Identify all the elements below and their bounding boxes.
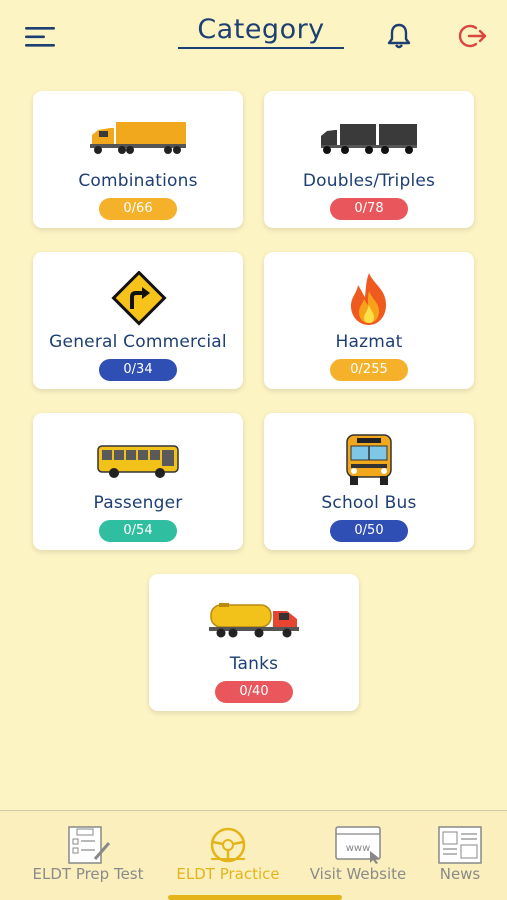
- progress-badge: 0/40: [215, 681, 293, 703]
- category-card-doubles-triples[interactable]: Doubles/Triples 0/78: [264, 91, 474, 228]
- category-label: Tanks: [229, 654, 279, 674]
- header: Category: [0, 0, 507, 80]
- bottom-navigation: ELDT Prep Test ELDT Practice www Visit W…: [0, 810, 507, 900]
- progress-badge: 0/66: [99, 198, 177, 220]
- category-label: General Commercial: [49, 332, 227, 352]
- nav-eldt-prep-test[interactable]: ELDT Prep Test: [18, 811, 158, 900]
- category-card-general-commercial[interactable]: General Commercial 0/34: [33, 252, 243, 389]
- nav-eldt-practice[interactable]: ELDT Practice: [158, 811, 298, 900]
- bus-icon: [96, 431, 180, 489]
- category-card-combinations[interactable]: Combinations 0/66: [33, 91, 243, 228]
- steering-wheel-icon: [205, 825, 251, 869]
- logout-icon[interactable]: [458, 22, 488, 50]
- nav-label: News: [439, 865, 481, 883]
- category-card-school-bus[interactable]: School Bus 0/50: [264, 413, 474, 550]
- semi-truck-icon: [88, 109, 188, 167]
- hamburger-menu-icon[interactable]: [24, 24, 58, 50]
- category-label: Combinations: [78, 171, 198, 191]
- news-icon: [437, 825, 483, 869]
- nav-label: Visit Website: [309, 865, 407, 883]
- progress-badge: 0/54: [99, 520, 177, 542]
- test-sheet-icon: [65, 825, 111, 869]
- nav-label: ELDT Practice: [176, 865, 280, 883]
- category-label: Passenger: [93, 493, 183, 513]
- road-sign-icon: [107, 270, 169, 328]
- category-label: Doubles/Triples: [302, 171, 436, 191]
- website-icon: www: [334, 825, 382, 869]
- tanker-truck-icon: [207, 592, 301, 650]
- progress-badge: 0/78: [330, 198, 408, 220]
- category-card-passenger[interactable]: Passenger 0/54: [33, 413, 243, 550]
- category-label: School Bus: [321, 493, 417, 513]
- progress-badge: 0/50: [330, 520, 408, 542]
- bell-icon[interactable]: [386, 22, 412, 50]
- svg-text:www: www: [346, 843, 371, 854]
- fire-icon: [344, 270, 394, 328]
- category-card-tanks[interactable]: Tanks 0/40: [149, 574, 359, 711]
- category-card-hazmat[interactable]: Hazmat 0/255: [264, 252, 474, 389]
- page-title: Category: [178, 14, 344, 49]
- school-bus-icon: [342, 431, 396, 489]
- category-label: Hazmat: [335, 332, 403, 352]
- nav-label: ELDT Prep Test: [32, 865, 144, 883]
- progress-badge: 0/34: [99, 359, 177, 381]
- double-trailer-truck-icon: [319, 109, 419, 167]
- nav-news[interactable]: News: [418, 811, 502, 900]
- nav-visit-website[interactable]: www Visit Website: [298, 811, 418, 900]
- home-indicator: [168, 895, 342, 900]
- progress-badge: 0/255: [330, 359, 408, 381]
